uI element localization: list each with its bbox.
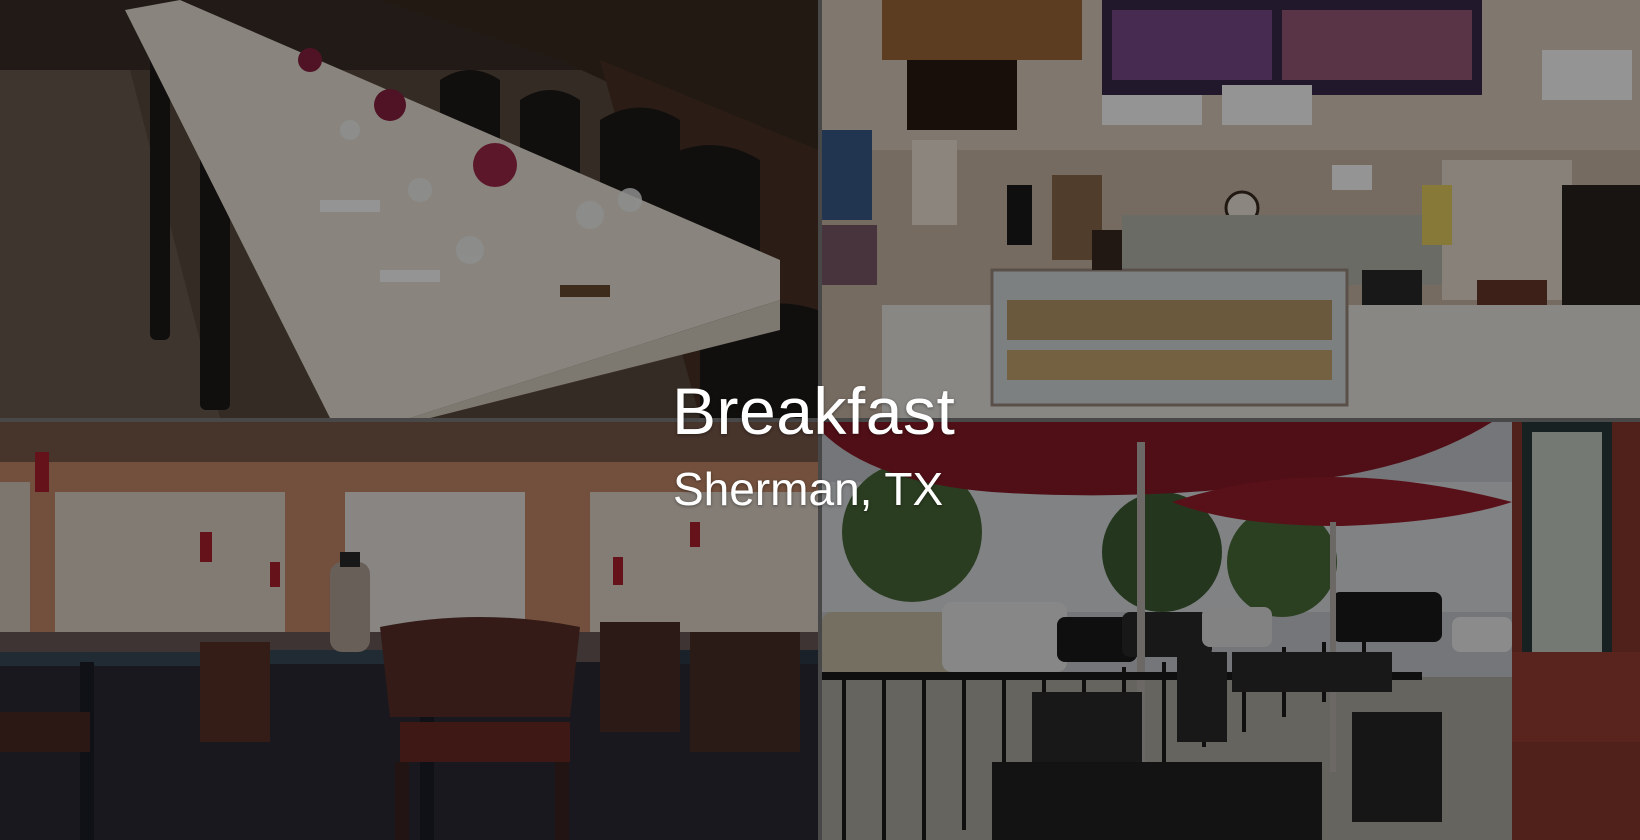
hero-banner: Breakfast Sherman, TX	[0, 0, 1640, 840]
hero-caption: Breakfast Sherman, TX	[672, 378, 955, 512]
location-subtitle: Sherman, TX	[673, 463, 944, 515]
page-title: Breakfast	[672, 374, 956, 448]
banquet-table-photo	[0, 0, 818, 418]
bakery-counter-photo	[822, 0, 1640, 418]
